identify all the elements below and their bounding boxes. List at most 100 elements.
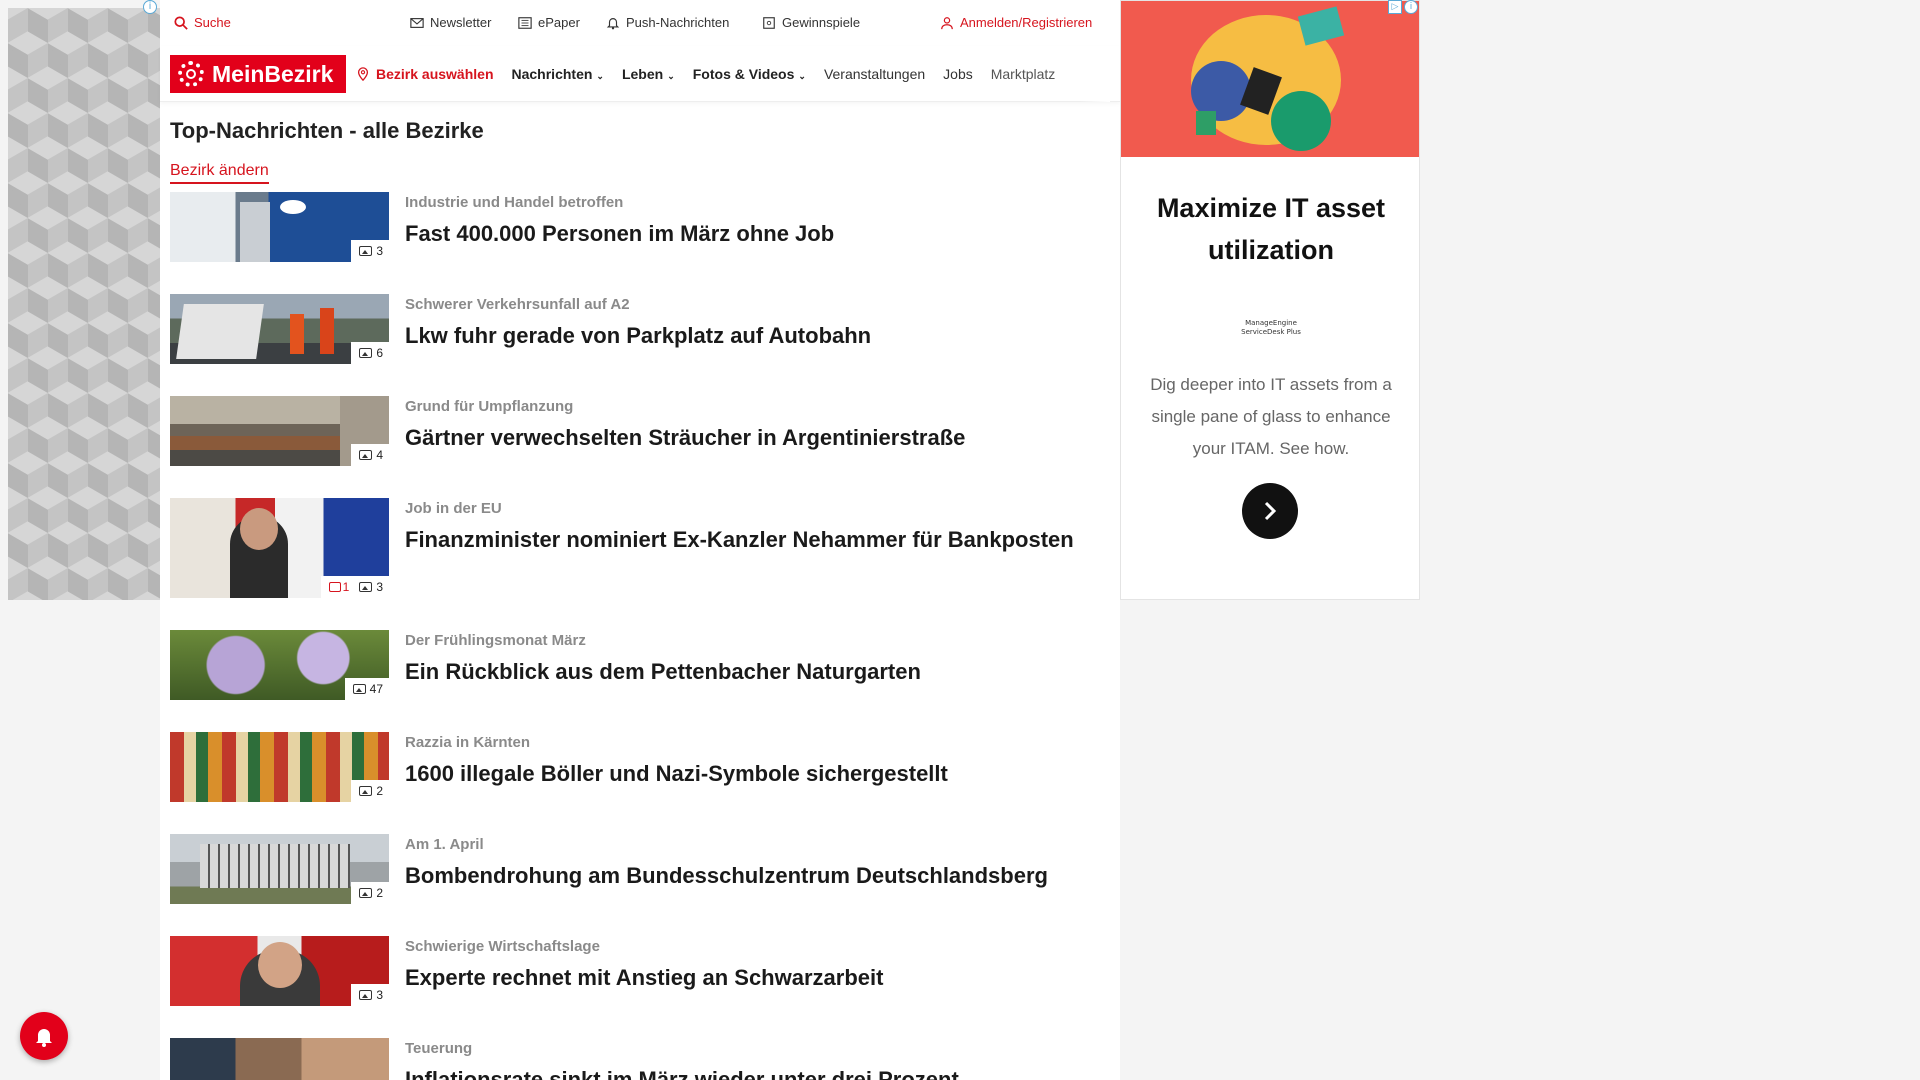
- photo-count: 2: [376, 784, 383, 798]
- photo-count-badge: 3: [351, 240, 389, 262]
- notification-bell-button[interactable]: [20, 1012, 68, 1060]
- article-kicker: Grund für Umpflanzung: [405, 398, 574, 415]
- change-bezirk-link[interactable]: Bezirk ändern: [170, 162, 269, 184]
- right-display-ad[interactable]: Maximize IT asset utilization ManageEngi…: [1120, 0, 1420, 600]
- article-thumbnail[interactable]: 2: [170, 732, 389, 802]
- photo-count-badge: 6: [351, 342, 389, 364]
- ad-brand-line2: ServiceDesk Plus: [1241, 328, 1301, 336]
- camera-icon: [359, 786, 373, 796]
- article-headline[interactable]: Experte rechnet mit Anstieg an Schwarzar…: [405, 962, 1105, 993]
- adchoices-info-icon: i: [1404, 0, 1418, 14]
- newsletter-label: Newsletter: [430, 15, 492, 30]
- logo-text: MeinBezirk: [212, 60, 334, 87]
- article-headline[interactable]: Finanzminister nominiert Ex-Kanzler Neha…: [405, 524, 1105, 555]
- article-thumbnail[interactable]: 3: [170, 936, 389, 1006]
- push-notifications-link[interactable]: Push-Nachrichten: [606, 15, 729, 30]
- camera-icon: [359, 582, 373, 592]
- camera-icon: [359, 246, 373, 256]
- chevron-down-icon: ⌄: [798, 71, 806, 81]
- nav-item-label: Marktplatz: [990, 66, 1056, 82]
- article-headline[interactable]: Inflationsrate sinkt im März wieder unte…: [405, 1064, 1105, 1080]
- ad-next-button[interactable]: [1242, 483, 1298, 539]
- nav-items: Bezirk auswählen Nachrichten ⌄ Leben ⌄ Fot…: [356, 46, 1055, 102]
- article-headline[interactable]: Gärtner verwechselten Sträucher in Argen…: [405, 422, 1105, 453]
- article-item[interactable]: 2 Am 1. April Bombendrohung am Bundessch…: [170, 834, 1110, 924]
- search-label: Suche: [194, 15, 231, 30]
- games-label: Gewinnspiele: [782, 15, 861, 30]
- article-item[interactable]: Teuerung Inflationsrate sinkt im März wi…: [170, 1038, 1110, 1080]
- nav-item-veranstaltungen[interactable]: Veranstaltungen: [824, 66, 925, 82]
- search-link[interactable]: Suche: [174, 15, 231, 30]
- article-item[interactable]: 2 Razzia in Kärnten 1600 illegale Böller…: [170, 732, 1110, 822]
- nav-item-nachrichten[interactable]: Nachrichten ⌄: [512, 66, 604, 82]
- games-link[interactable]: Gewinnspiele: [762, 15, 860, 30]
- ad-title[interactable]: Maximize IT asset utilization: [1121, 187, 1421, 271]
- article-thumbnail[interactable]: 47: [170, 630, 389, 700]
- photo-count: 3: [376, 988, 383, 1002]
- article-thumbnail[interactable]: 3: [170, 192, 389, 262]
- ad-brand-logo: ManageEngine ServiceDesk Plus: [1241, 319, 1301, 337]
- location-pin-icon: [357, 67, 369, 81]
- nav-item-marktplatz[interactable]: Marktplatz: [991, 66, 1056, 82]
- photo-count-badge: 4: [351, 444, 389, 466]
- article-thumbnail[interactable]: [170, 1038, 389, 1080]
- newsletter-link[interactable]: Newsletter: [410, 15, 491, 30]
- ad-illustration: [1121, 1, 1419, 157]
- article-headline[interactable]: Lkw fuhr gerade von Parkplatz auf Autoba…: [405, 320, 1105, 351]
- article-headline[interactable]: Bombendrohung am Bundesschulzentrum Deut…: [405, 860, 1105, 891]
- camera-icon: [359, 348, 373, 358]
- chevron-right-icon: [1264, 501, 1277, 521]
- gift-icon: [763, 16, 775, 29]
- nav-item-jobs[interactable]: Jobs: [943, 66, 973, 82]
- article-thumbnail[interactable]: 2: [170, 834, 389, 904]
- main-navigation: MeinBezirk Bezirk auswählen Nachrichten ⌄…: [160, 46, 1120, 102]
- nav-item-label: Nachrichten: [511, 66, 593, 82]
- article-headline[interactable]: Ein Rückblick aus dem Pettenbacher Natur…: [405, 656, 1105, 687]
- search-icon: [174, 15, 188, 30]
- newspaper-icon: [518, 16, 532, 29]
- article-headline[interactable]: Fast 400.000 Personen im März ohne Job: [405, 218, 1105, 249]
- camera-icon: [359, 990, 373, 1000]
- login-label: Anmelden/Registrieren: [960, 15, 1093, 30]
- photo-count-badge: 1 3: [320, 576, 389, 598]
- article-thumbnail[interactable]: 4: [170, 396, 389, 466]
- photo-count: 6: [376, 346, 383, 360]
- article-thumbnail[interactable]: 1 3: [170, 498, 389, 598]
- utility-bar: Suche Newsletter ePaper Push-Nachrichten…: [160, 0, 1120, 46]
- section-title: Top-Nachrichten - alle Bezirke: [170, 118, 484, 143]
- photo-count-badge: 2: [351, 882, 389, 904]
- article-kicker: Schwierige Wirtschaftslage: [405, 938, 600, 955]
- article-headline[interactable]: 1600 illegale Böller und Nazi-Symbole si…: [405, 758, 1105, 789]
- comment-count-value: 1: [342, 580, 350, 594]
- article-item[interactable]: 47 Der Frühlingsmonat März Ein Rückblick…: [170, 630, 1110, 720]
- article-item[interactable]: 6 Schwerer Verkehrsunfall auf A2 Lkw fuh…: [170, 294, 1110, 384]
- nav-item-label: Leben: [621, 66, 664, 82]
- adchoices-badge[interactable]: ▷ i: [1388, 0, 1418, 14]
- photo-count: 3: [376, 244, 383, 258]
- ad-description: Dig deeper into IT assets from a single …: [1150, 375, 1392, 458]
- left-skyscraper-ad[interactable]: [8, 8, 160, 600]
- meinbezirk-logo[interactable]: MeinBezirk: [170, 55, 346, 93]
- logo-wheel-icon: [178, 61, 204, 87]
- bell-icon: [36, 1029, 52, 1047]
- nav-item-fotos-videos[interactable]: Fotos & Videos ⌄: [693, 66, 806, 82]
- article-item[interactable]: 3 Industrie und Handel betroffen Fast 40…: [170, 192, 1110, 282]
- article-kicker: Industrie und Handel betroffen: [405, 194, 624, 211]
- photo-count-badge: 3: [351, 984, 389, 1006]
- article-kicker: Schwerer Verkehrsunfall auf A2: [405, 296, 630, 313]
- article-item[interactable]: 3 Schwierige Wirtschaftslage Experte rec…: [170, 936, 1110, 1026]
- nav-item-leben[interactable]: Leben ⌄: [622, 66, 675, 82]
- chevron-down-icon: ⌄: [596, 71, 604, 81]
- push-label: Push-Nachrichten: [626, 15, 730, 30]
- nav-item-label: Fotos & Videos: [692, 66, 795, 82]
- article-item[interactable]: 4 Grund für Umpflanzung Gärtner verwechs…: [170, 396, 1110, 486]
- photo-count: 47: [369, 682, 383, 696]
- bezirk-select-button[interactable]: Bezirk auswählen: [356, 66, 494, 82]
- photo-count-badge: 47: [344, 678, 389, 700]
- login-link[interactable]: Anmelden/Registrieren: [940, 15, 1092, 30]
- epaper-link[interactable]: ePaper: [518, 15, 580, 30]
- article-kicker: Der Frühlingsmonat März: [405, 632, 586, 649]
- article-item[interactable]: 1 3 Job in der EU Finanzminister nominie…: [170, 498, 1110, 608]
- article-thumbnail[interactable]: 6: [170, 294, 389, 364]
- adchoices-info-icon[interactable]: i: [143, 0, 157, 14]
